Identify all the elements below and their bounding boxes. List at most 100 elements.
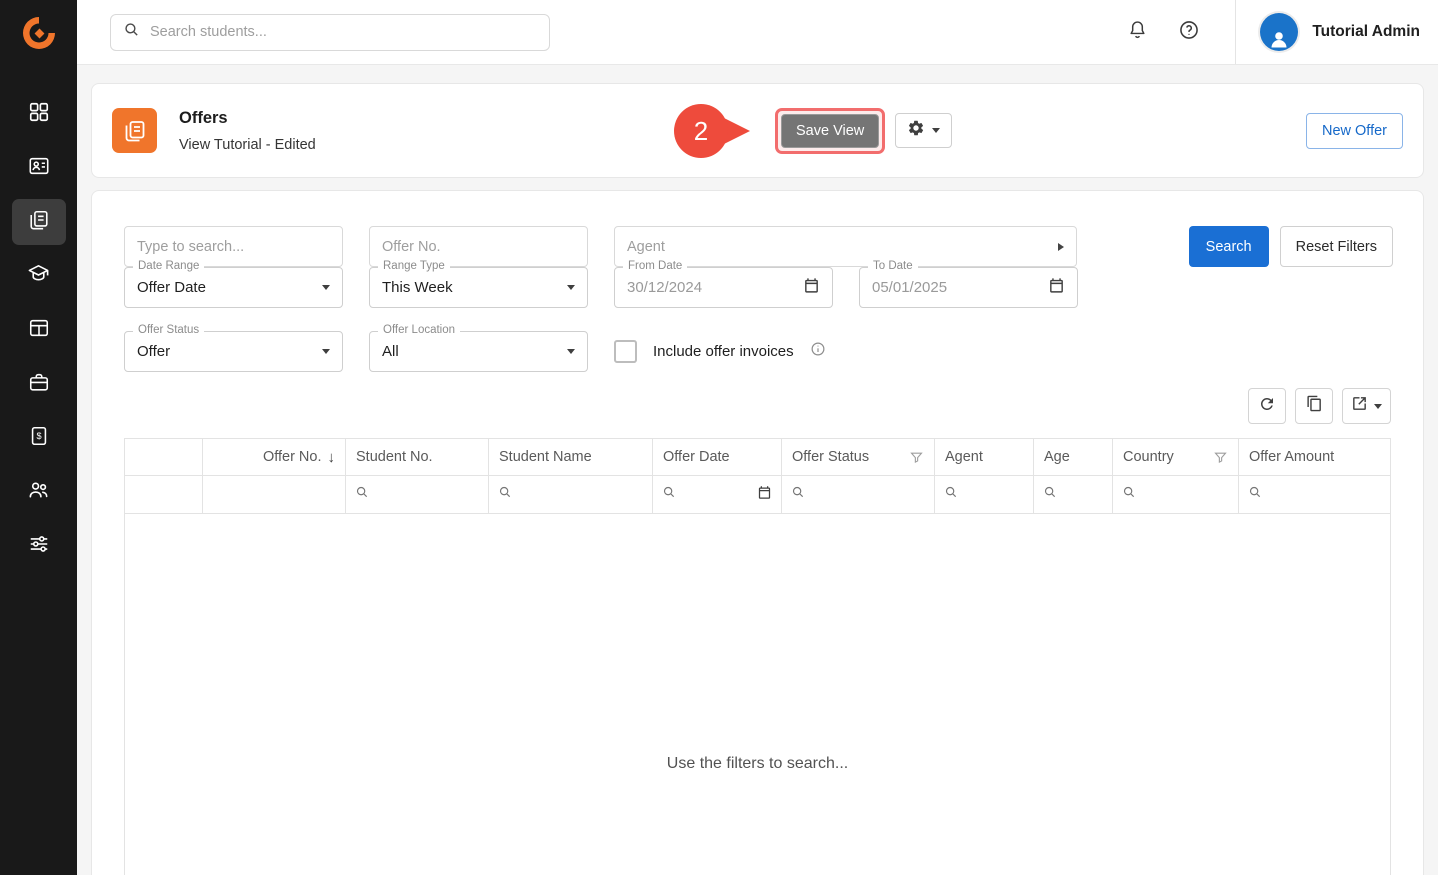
sidebar-item-services[interactable] (0, 357, 77, 411)
search-icon (1248, 485, 1262, 504)
offer-status-filter-input[interactable] (812, 487, 925, 502)
range-type-select[interactable]: Range Type This Week (369, 267, 588, 308)
user-menu[interactable]: Tutorial Admin (1235, 0, 1420, 64)
calendar-icon[interactable] (803, 277, 820, 298)
search-icon (1043, 485, 1057, 504)
sidebar-item-offers[interactable] (0, 195, 77, 249)
people-icon (27, 478, 50, 506)
column-filter-offer-amount[interactable] (1239, 476, 1390, 514)
search-button[interactable]: Search (1189, 226, 1269, 267)
chevron-down-icon (932, 128, 940, 133)
column-filter-offer-date[interactable] (653, 476, 782, 514)
column-filter-student-name[interactable] (489, 476, 653, 514)
student-no-filter-input[interactable] (376, 487, 479, 502)
info-icon[interactable] (810, 341, 826, 362)
notifications-button[interactable] (1117, 12, 1157, 52)
from-date-field[interactable]: From Date 30/12/2024 (614, 267, 833, 308)
chevron-down-icon (567, 285, 575, 290)
table-header-offer-amount[interactable]: Offer Amount (1239, 439, 1390, 476)
search-icon (944, 485, 958, 504)
column-filter-blank (125, 476, 203, 514)
search-icon (791, 485, 805, 504)
new-offer-button[interactable]: New Offer (1306, 113, 1403, 149)
to-date-value: 05/01/2025 (872, 279, 1048, 296)
chevron-down-icon (322, 349, 330, 354)
age-filter-input[interactable] (1064, 487, 1103, 502)
offer-status-label: Offer Status (133, 324, 204, 336)
page-title: Offers (179, 109, 316, 128)
page-header-card: Offers View Tutorial - Edited 2 Save Vie… (91, 83, 1424, 178)
sidebar-item-dashboard[interactable] (0, 87, 77, 141)
offer-location-select[interactable]: Offer Location All (369, 331, 588, 372)
sidebar-item-courses[interactable] (0, 249, 77, 303)
export-dropdown-button[interactable] (1342, 388, 1391, 424)
offer-location-label: Offer Location (378, 324, 460, 336)
filter-funnel-icon[interactable] (909, 450, 924, 465)
column-filter-offer-no[interactable] (203, 476, 346, 514)
help-button[interactable] (1169, 12, 1209, 52)
view-settings-dropdown[interactable] (895, 113, 952, 148)
export-icon (1351, 395, 1368, 417)
date-range-select[interactable]: Date Range Offer Date (124, 267, 343, 308)
offers-filter-card: Agent Search Reset Filters Date Range Of… (91, 190, 1424, 875)
offers-page-icon (112, 108, 157, 153)
table-header-age[interactable]: Age (1034, 439, 1113, 476)
table-header-student-name[interactable]: Student Name (489, 439, 653, 476)
tutorial-step-badge: 2 (674, 104, 728, 158)
graduation-cap-icon (27, 262, 50, 290)
calendar-icon[interactable] (1048, 277, 1065, 298)
global-search[interactable] (110, 14, 550, 51)
offer-status-select[interactable]: Offer Status Offer (124, 331, 343, 372)
student-name-filter-input[interactable] (519, 487, 643, 502)
offers-table: Offer No. ↓ Student No. Student Name Off… (124, 438, 1391, 875)
column-filter-agent[interactable] (935, 476, 1034, 514)
global-search-input[interactable] (150, 24, 537, 40)
table-header-blank (125, 439, 203, 476)
column-filter-offer-status[interactable] (782, 476, 935, 514)
from-date-label: From Date (623, 260, 687, 272)
gear-icon (907, 119, 925, 142)
sort-descending-icon: ↓ (328, 449, 336, 466)
country-filter-input[interactable] (1143, 487, 1229, 502)
sidebar-item-settings[interactable] (0, 519, 77, 573)
save-view-button[interactable]: Save View (781, 114, 879, 148)
calendar-icon[interactable] (757, 485, 772, 505)
table-header-offer-no[interactable]: Offer No. ↓ (203, 439, 346, 476)
include-invoices-checkbox[interactable] (614, 340, 637, 363)
logo-icon (19, 13, 59, 53)
offers-icon (28, 209, 50, 236)
offer-status-value: Offer (137, 343, 314, 360)
search-icon (123, 21, 140, 43)
column-filter-age[interactable] (1034, 476, 1113, 514)
search-icon (662, 485, 676, 504)
table-header-student-no[interactable]: Student No. (346, 439, 489, 476)
range-type-label: Range Type (378, 260, 450, 272)
sidebar-item-boards[interactable] (0, 303, 77, 357)
table-header-offer-date[interactable]: Offer Date (653, 439, 782, 476)
reset-filters-button[interactable]: Reset Filters (1280, 226, 1393, 267)
offer-date-filter-input[interactable] (683, 487, 750, 502)
search-icon (498, 485, 512, 504)
from-date-value: 30/12/2024 (627, 279, 803, 296)
column-filter-country[interactable] (1113, 476, 1239, 514)
table-header-offer-status[interactable]: Offer Status (782, 439, 935, 476)
offer-amount-filter-input[interactable] (1269, 487, 1381, 502)
invoice-icon: $ (28, 425, 50, 452)
agent-filter-input[interactable] (965, 487, 1024, 502)
filter-funnel-icon[interactable] (1213, 450, 1228, 465)
agent-placeholder: Agent (627, 239, 665, 255)
column-chooser-button[interactable] (1295, 388, 1333, 424)
sidebar-item-invoices[interactable]: $ (0, 411, 77, 465)
sidebar-item-students[interactable] (0, 141, 77, 195)
app-logo[interactable] (0, 0, 77, 65)
briefcase-icon (28, 371, 50, 398)
copy-columns-icon (1306, 395, 1323, 417)
column-filter-student-no[interactable] (346, 476, 489, 514)
table-header-agent[interactable]: Agent (935, 439, 1034, 476)
table-header-country[interactable]: Country (1113, 439, 1239, 476)
sidebar: $ (0, 0, 77, 875)
sidebar-item-agents[interactable] (0, 465, 77, 519)
chevron-down-icon (567, 349, 575, 354)
refresh-button[interactable] (1248, 388, 1286, 424)
to-date-field[interactable]: To Date 05/01/2025 (859, 267, 1078, 308)
